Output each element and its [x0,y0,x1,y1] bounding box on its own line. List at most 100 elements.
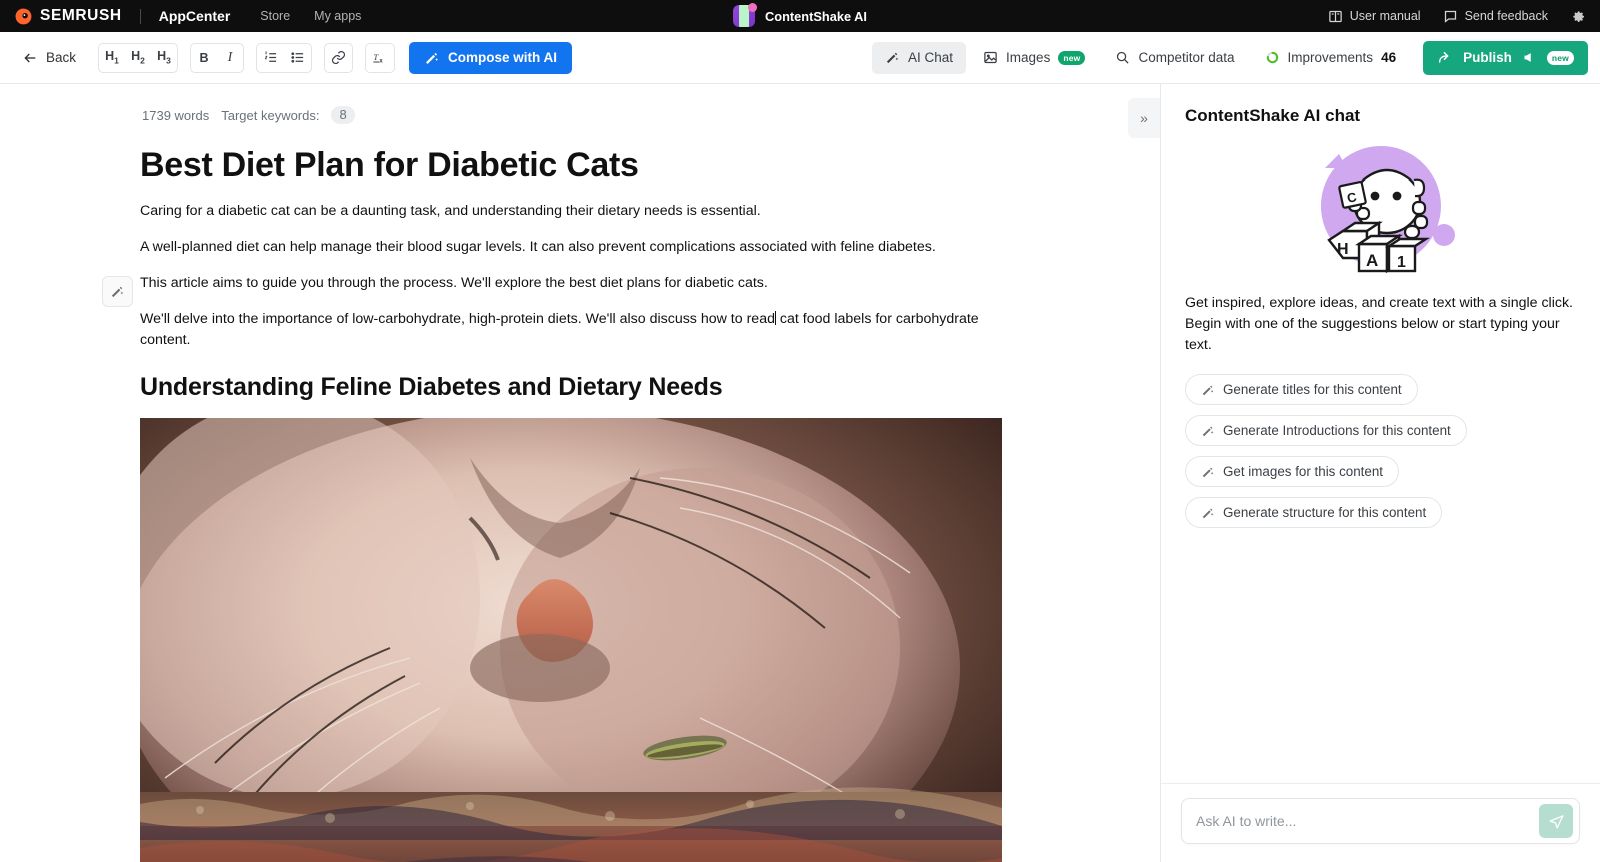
semrush-mark-icon [14,7,33,26]
back-label: Back [46,50,76,65]
contentshake-app-icon [733,5,755,27]
magic-wand-icon [110,284,125,299]
document-image[interactable] [140,418,1002,862]
semrush-wordmark: SEMRUSH [40,7,122,25]
link-group [324,43,353,73]
chat-input-container[interactable] [1181,798,1580,844]
publish-new-badge: new [1547,51,1574,65]
heading-1-button[interactable]: H1 [99,44,125,72]
magic-wand-icon [885,50,900,65]
compose-label: Compose with AI [448,50,557,65]
toolbar-right-group: AI Chat Images new Competitor data Impro… [872,41,1588,75]
image-icon [983,50,998,65]
magic-wand-icon [1201,383,1215,397]
bullet-list-button[interactable] [284,44,311,72]
app-icon-pink-dot [748,3,757,12]
back-button[interactable]: Back [12,50,86,66]
clear-formatting-button[interactable]: T x [366,44,394,72]
heading-3-sub: 3 [166,56,171,66]
tab-competitor-data[interactable]: Competitor data [1102,42,1247,74]
chat-input[interactable] [1196,813,1539,829]
document-meta: 1739 words Target keywords: 8 [140,106,1020,124]
document-paragraph[interactable]: Caring for a diabetic cat can be a daunt… [140,201,1002,222]
tab-images-label: Images [1006,50,1050,65]
semrush-logo[interactable]: SEMRUSH [14,7,122,26]
svg-text:T: T [373,52,379,62]
document-paragraph-active[interactable]: We'll delve into the importance of low-c… [140,309,1002,351]
images-new-badge: new [1058,51,1085,65]
inline-ai-assist-button[interactable] [102,276,133,307]
brand-area: SEMRUSH AppCenter [0,7,230,26]
svg-text:x: x [379,58,383,64]
feedback-icon [1443,9,1458,24]
heading-3-button[interactable]: H3 [151,44,177,72]
send-plane-icon [1548,813,1565,830]
mascot-block-1-letter: 1 [1397,254,1406,271]
appcenter-label[interactable]: AppCenter [159,8,231,24]
italic-label: I [228,50,233,66]
send-feedback-button[interactable]: Send feedback [1443,9,1548,24]
book-icon [1328,9,1343,24]
tab-improvements[interactable]: Improvements 46 [1252,42,1410,74]
heading-1-sub: 1 [114,56,119,66]
global-topbar: SEMRUSH AppCenter Store My apps ContentS… [0,0,1600,32]
magic-wand-icon [1201,424,1215,438]
ordered-list-button[interactable] [257,44,284,72]
tab-images[interactable]: Images new [970,42,1098,74]
chat-input-footer [1161,783,1600,862]
collapse-chat-panel-button[interactable]: » [1128,98,1160,138]
bold-button[interactable]: B [191,44,217,72]
suggestion-label: Generate titles for this content [1223,382,1402,397]
suggestion-label: Generate Introductions for this content [1223,423,1451,438]
ordered-list-icon [263,50,278,65]
progress-ring-icon [1265,50,1280,65]
improvements-count: 46 [1381,50,1396,65]
brand-divider [140,9,141,24]
clear-format-group: T x [365,43,395,73]
document-canvas[interactable]: 1739 words Target keywords: 8 Best Diet … [140,84,1020,862]
chat-intro-text: Get inspired, explore ideas, and create … [1185,293,1576,356]
settings-button[interactable] [1570,8,1586,24]
document-paragraph[interactable]: This article aims to guide you through t… [140,273,1002,294]
target-keywords-count[interactable]: 8 [331,106,354,124]
publish-label: Publish [1463,50,1512,65]
workspace: 1739 words Target keywords: 8 Best Diet … [0,84,1600,862]
heading-button-group: H1 H2 H3 [98,43,178,73]
italic-button[interactable]: I [217,44,243,72]
suggestion-label: Generate structure for this content [1223,505,1426,520]
gear-icon [1570,8,1586,24]
tab-competitor-data-label: Competitor data [1138,50,1234,65]
megaphone-icon [1522,50,1537,65]
chat-panel-body: C H A [1161,126,1600,783]
clear-formatting-icon: T x [372,50,388,66]
share-arrow-icon [1437,50,1453,66]
bold-label: B [200,51,209,65]
mascot-container: C H A [1185,126,1576,293]
compose-with-ai-button[interactable]: Compose with AI [409,42,572,74]
heading-2-button[interactable]: H2 [125,44,151,72]
suggestion-get-images[interactable]: Get images for this content [1185,456,1399,487]
bullet-list-icon [290,50,305,65]
document-paragraph[interactable]: A well-planned diet can help manage thei… [140,237,1002,258]
topbar-right-actions: User manual Send feedback [1328,8,1600,24]
app-title: ContentShake AI [765,9,867,24]
send-message-button[interactable] [1539,804,1573,838]
heading-2-sub: 2 [140,56,145,66]
publish-button[interactable]: Publish new [1423,41,1588,75]
insert-link-button[interactable] [325,44,352,72]
editor-pane: 1739 words Target keywords: 8 Best Diet … [0,84,1160,862]
top-navigation: Store My apps [260,9,361,23]
user-manual-button[interactable]: User manual [1328,9,1421,24]
suggestion-generate-introductions[interactable]: Generate Introductions for this content [1185,415,1467,446]
tab-ai-chat[interactable]: AI Chat [872,42,966,74]
current-app-indicator: ContentShake AI [733,5,867,27]
nav-item-store[interactable]: Store [260,9,290,23]
document-heading-2[interactable]: Understanding Feline Diabetes and Dietar… [140,373,1020,402]
suggestion-generate-titles[interactable]: Generate titles for this content [1185,374,1418,405]
magic-wand-icon [1201,465,1215,479]
user-manual-label: User manual [1350,9,1421,23]
suggestion-generate-structure[interactable]: Generate structure for this content [1185,497,1442,528]
link-icon [331,50,346,65]
nav-item-my-apps[interactable]: My apps [314,9,361,23]
page-title[interactable]: Best Diet Plan for Diabetic Cats [140,146,1020,185]
